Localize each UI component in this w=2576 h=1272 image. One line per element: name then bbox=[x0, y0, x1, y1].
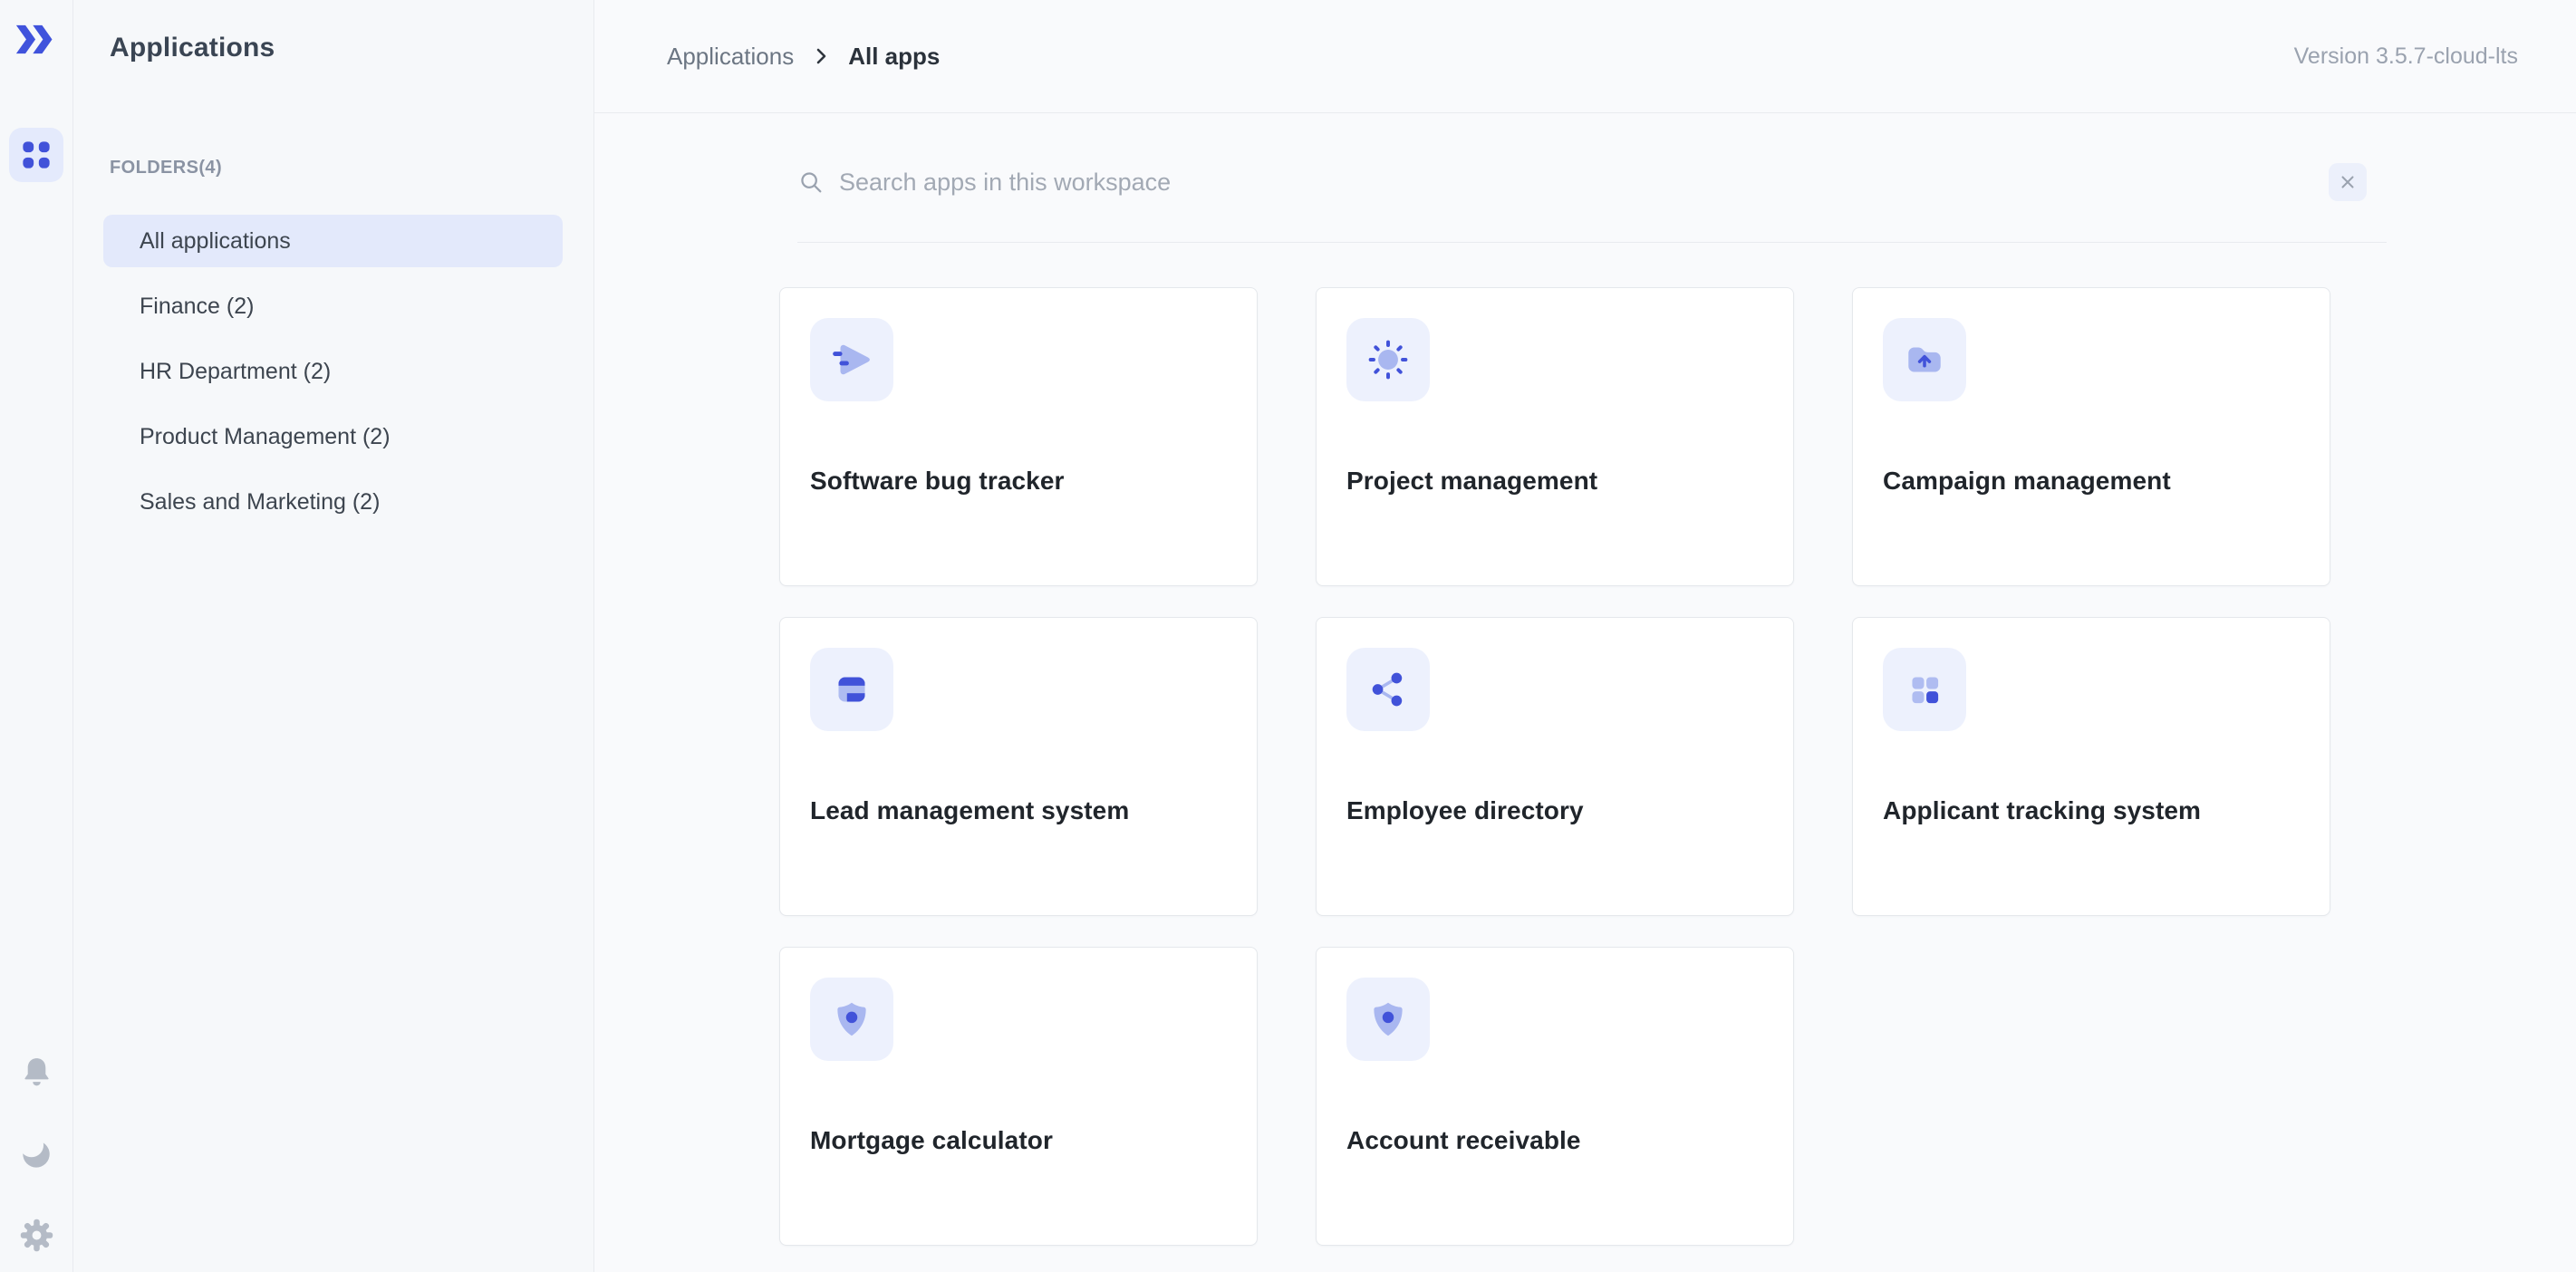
folder-item[interactable]: Product Management (2) bbox=[103, 410, 563, 463]
app-card-title: Software bug tracker bbox=[810, 467, 1227, 496]
main-area: Applications All apps Version 3.5.7-clou… bbox=[594, 0, 2576, 1272]
folder-item[interactable]: Sales and Marketing (2) bbox=[103, 476, 563, 528]
breadcrumb: Applications All apps bbox=[667, 43, 940, 71]
app-icon-tile bbox=[1883, 318, 1966, 401]
dark-mode-moon-icon[interactable] bbox=[19, 1135, 53, 1170]
left-rail bbox=[0, 0, 73, 1272]
folder-item-label: Sales and Marketing (2) bbox=[140, 489, 380, 516]
folders-sidebar: Applications FOLDERS(4) All applications… bbox=[73, 0, 594, 1272]
shield-icon bbox=[1365, 997, 1411, 1042]
breadcrumb-current-page: All apps bbox=[848, 43, 940, 71]
app-window: Applications FOLDERS(4) All applications… bbox=[0, 0, 2576, 1272]
app-card-title: Campaign management bbox=[1883, 467, 2300, 496]
app-card-title: Mortgage calculator bbox=[810, 1126, 1227, 1155]
folder-item-label: All applications bbox=[140, 228, 291, 255]
app-card-title: Applicant tracking system bbox=[1883, 796, 2300, 825]
folder-item[interactable]: All applications bbox=[103, 215, 563, 267]
app-card[interactable]: Software bug tracker bbox=[779, 287, 1258, 586]
app-card[interactable]: Mortgage calculator bbox=[779, 947, 1258, 1246]
app-card[interactable]: Account receivable bbox=[1316, 947, 1794, 1246]
app-icon-tile bbox=[810, 978, 893, 1061]
folders-count-label: FOLDERS(4) bbox=[110, 158, 593, 178]
app-card[interactable]: Project management bbox=[1316, 287, 1794, 586]
layout-icon bbox=[829, 667, 874, 712]
grid-icon bbox=[1902, 667, 1947, 712]
app-card[interactable]: Applicant tracking system bbox=[1852, 617, 2330, 916]
tooljet-logo-icon[interactable] bbox=[14, 24, 58, 55]
rail-apps-button[interactable] bbox=[9, 128, 63, 182]
app-card[interactable]: Employee directory bbox=[1316, 617, 1794, 916]
folder-item-label: Finance (2) bbox=[140, 294, 254, 320]
shield-icon bbox=[829, 997, 874, 1042]
breadcrumb-applications-link[interactable]: Applications bbox=[667, 43, 794, 71]
share-icon bbox=[1365, 667, 1411, 712]
search-bar bbox=[797, 113, 2387, 243]
app-card-title: Project management bbox=[1346, 467, 1763, 496]
chevron-right-icon bbox=[810, 45, 832, 67]
app-card-title: Employee directory bbox=[1346, 796, 1763, 825]
search-input[interactable] bbox=[839, 169, 2329, 197]
folder-item-label: HR Department (2) bbox=[140, 359, 331, 385]
folder-item-label: Product Management (2) bbox=[140, 424, 391, 450]
app-icon-tile bbox=[1346, 648, 1430, 731]
main-header: Applications All apps Version 3.5.7-clou… bbox=[594, 0, 2576, 113]
sun-icon bbox=[1365, 337, 1411, 382]
folder-item[interactable]: Finance (2) bbox=[103, 280, 563, 332]
folder-upload-icon bbox=[1902, 337, 1947, 382]
apps-content: Software bug tracker Project management … bbox=[594, 113, 2576, 1272]
page-title: Applications bbox=[110, 33, 593, 63]
app-card[interactable]: Lead management system bbox=[779, 617, 1258, 916]
app-icon-tile bbox=[810, 318, 893, 401]
app-card-title: Account receivable bbox=[1346, 1126, 1763, 1155]
close-icon bbox=[2338, 172, 2358, 192]
rail-bottom-group bbox=[18, 1055, 55, 1254]
search-clear-button[interactable] bbox=[2329, 163, 2367, 201]
app-icon-tile bbox=[1883, 648, 1966, 731]
app-card-grid: Software bug tracker Project management … bbox=[779, 287, 2330, 1246]
notifications-bell-icon[interactable] bbox=[20, 1055, 53, 1088]
apps-grid-icon bbox=[21, 140, 52, 170]
app-card-title: Lead management system bbox=[810, 796, 1227, 825]
folder-list: All applications Finance (2) HR Departme… bbox=[73, 215, 593, 541]
app-icon-tile bbox=[1346, 978, 1430, 1061]
app-card[interactable]: Campaign management bbox=[1852, 287, 2330, 586]
version-label: Version 3.5.7-cloud-lts bbox=[2294, 43, 2518, 70]
settings-gear-icon[interactable] bbox=[18, 1217, 55, 1254]
send-icon bbox=[829, 337, 874, 382]
app-icon-tile bbox=[810, 648, 893, 731]
folder-item[interactable]: HR Department (2) bbox=[103, 345, 563, 398]
app-icon-tile bbox=[1346, 318, 1430, 401]
search-icon bbox=[797, 169, 825, 196]
